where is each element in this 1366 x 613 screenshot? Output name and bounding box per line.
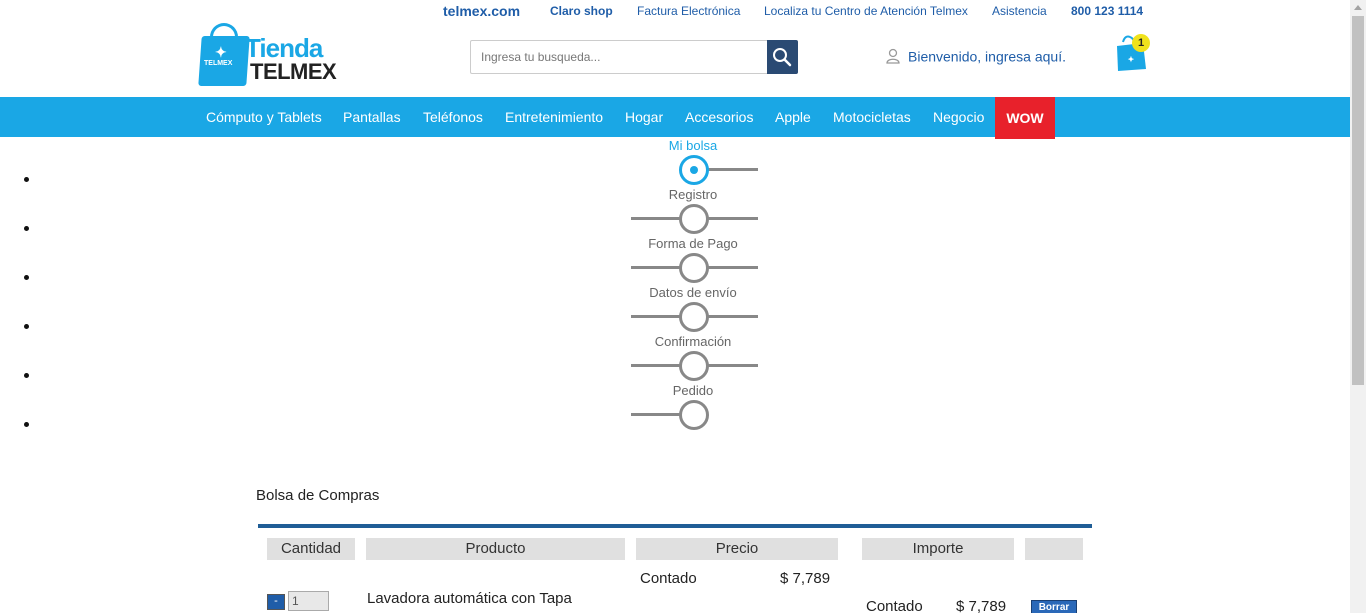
nav-item-entretenimiento[interactable]: Entretenimiento	[505, 97, 603, 137]
amount-value: $ 7,789	[956, 598, 1007, 613]
delete-item-button[interactable]: Borrar	[1031, 600, 1077, 613]
step-label: Confirmación	[654, 334, 732, 349]
link-centro-atencion[interactable]: Localiza tu Centro de Atención Telmex	[764, 4, 968, 18]
step-forma-de-pago: Forma de Pago	[620, 236, 766, 283]
nav-item-motocicletas[interactable]: Motocicletas	[833, 97, 911, 137]
list-bullet	[24, 226, 29, 231]
page-scrollbar[interactable]	[1350, 0, 1366, 613]
nav-item-telefonos[interactable]: Teléfonos	[423, 97, 483, 137]
step-label: Registro	[668, 187, 718, 202]
step-marker-icon	[679, 253, 709, 283]
link-phone-number[interactable]: 800 123 1114	[1071, 4, 1143, 18]
login-label: Bienvenido, ingresa aquí.	[908, 48, 1066, 65]
header-actions	[1025, 538, 1083, 560]
decrease-quantity-button[interactable]: -	[267, 594, 285, 610]
list-bullet	[24, 275, 29, 280]
cart-count-badge: 1	[1132, 34, 1150, 52]
top-links-bar: telmex.com Claro shop Factura Electrónic…	[0, 0, 1350, 22]
list-bullet	[24, 373, 29, 378]
step-confirmacion: Confirmación	[620, 334, 766, 381]
step-connector	[706, 168, 758, 171]
nav-item-negocio[interactable]: Negocio	[933, 97, 984, 137]
step-label: Mi bolsa	[668, 138, 718, 153]
step-marker-icon	[679, 155, 709, 185]
list-bullet	[24, 177, 29, 182]
step-registro: Registro	[620, 187, 766, 234]
nav-item-apple[interactable]: Apple	[775, 97, 811, 137]
nav-item-computo[interactable]: Cómputo y Tablets	[206, 97, 322, 137]
link-asistencia[interactable]: Asistencia	[992, 4, 1047, 18]
login-link[interactable]: Bienvenido, ingresa aquí.	[886, 47, 1066, 64]
amount-label: Contado	[866, 598, 923, 613]
step-label: Datos de envío	[649, 285, 737, 300]
svg-text:✦: ✦	[1128, 55, 1135, 64]
header-quantity: Cantidad	[267, 538, 355, 560]
step-label: Pedido	[672, 383, 714, 398]
step-marker-icon	[679, 204, 709, 234]
step-mi-bolsa: Mi bolsa	[620, 138, 766, 185]
category-nav: Cómputo y Tablets Pantallas Teléfonos En…	[0, 97, 1350, 139]
link-claro-shop[interactable]: Claro shop	[550, 4, 613, 18]
nav-item-wow[interactable]: WOW	[995, 97, 1055, 139]
step-pedido: Pedido	[620, 383, 766, 430]
price-label: Contado	[640, 570, 697, 587]
logo-line2: TELMEX	[250, 59, 337, 84]
cart-button[interactable]: ✦ 1	[1115, 34, 1151, 72]
quantity-input[interactable]: 1	[288, 591, 329, 611]
user-icon	[886, 49, 900, 64]
header-amount: Importe	[862, 538, 1014, 560]
product-name[interactable]: Lavadora automática con Tapa	[367, 590, 572, 607]
search-icon	[773, 48, 792, 67]
list-bullet	[24, 324, 29, 329]
bag-divider	[258, 524, 1092, 528]
logo-bag-text: TELMEX	[204, 60, 233, 67]
nav-item-pantallas[interactable]: Pantallas	[343, 97, 401, 137]
step-marker-icon	[679, 400, 709, 430]
link-factura-electronica[interactable]: Factura Electrónica	[637, 4, 740, 18]
list-bullet	[24, 422, 29, 427]
scroll-up-icon[interactable]	[1354, 5, 1362, 10]
search-input[interactable]	[470, 40, 768, 74]
header-product: Producto	[366, 538, 625, 560]
step-label: Forma de Pago	[648, 236, 738, 251]
price-value: $ 7,789	[780, 570, 831, 587]
header-price: Precio	[636, 538, 838, 560]
bag-title: Bolsa de Compras	[256, 487, 380, 504]
step-marker-icon	[679, 302, 709, 332]
nav-item-hogar[interactable]: Hogar	[625, 97, 663, 137]
link-telmex-com[interactable]: telmex.com	[443, 3, 520, 19]
search-button[interactable]	[767, 40, 798, 74]
logo-mark-icon: ✦	[215, 44, 227, 60]
nav-item-accesorios[interactable]: Accesorios	[685, 97, 753, 137]
step-datos-de-envio: Datos de envío	[620, 285, 766, 332]
search-box	[470, 40, 798, 74]
tienda-telmex-logo[interactable]: ✦ TELMEX Tienda TELMEX	[198, 22, 370, 86]
scrollbar-thumb[interactable]	[1352, 16, 1364, 385]
step-marker-icon	[679, 351, 709, 381]
